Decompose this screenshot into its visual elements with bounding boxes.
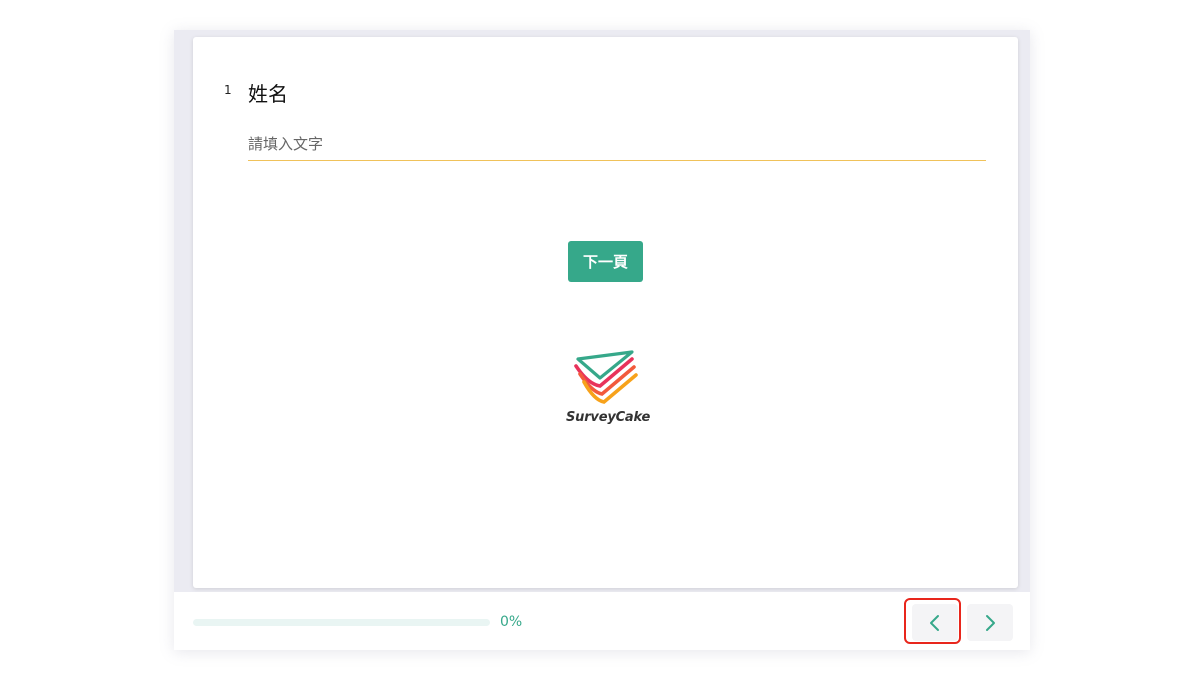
next-page-button[interactable]: 下一頁	[568, 241, 643, 282]
survey-card	[193, 37, 1018, 588]
chevron-right-icon	[986, 614, 995, 631]
progress-label: 0%	[500, 614, 523, 630]
next-page-nav-button[interactable]	[967, 604, 1013, 641]
name-input[interactable]	[248, 128, 986, 161]
question-number: 1	[224, 83, 232, 97]
cake-logo-icon	[574, 350, 638, 404]
highlight-box	[904, 598, 961, 644]
question-title: 姓名	[248, 82, 288, 106]
surveycake-logo: SurveyCake	[566, 348, 651, 430]
logo-text: SurveyCake	[566, 410, 651, 425]
progress-bar	[193, 619, 490, 626]
